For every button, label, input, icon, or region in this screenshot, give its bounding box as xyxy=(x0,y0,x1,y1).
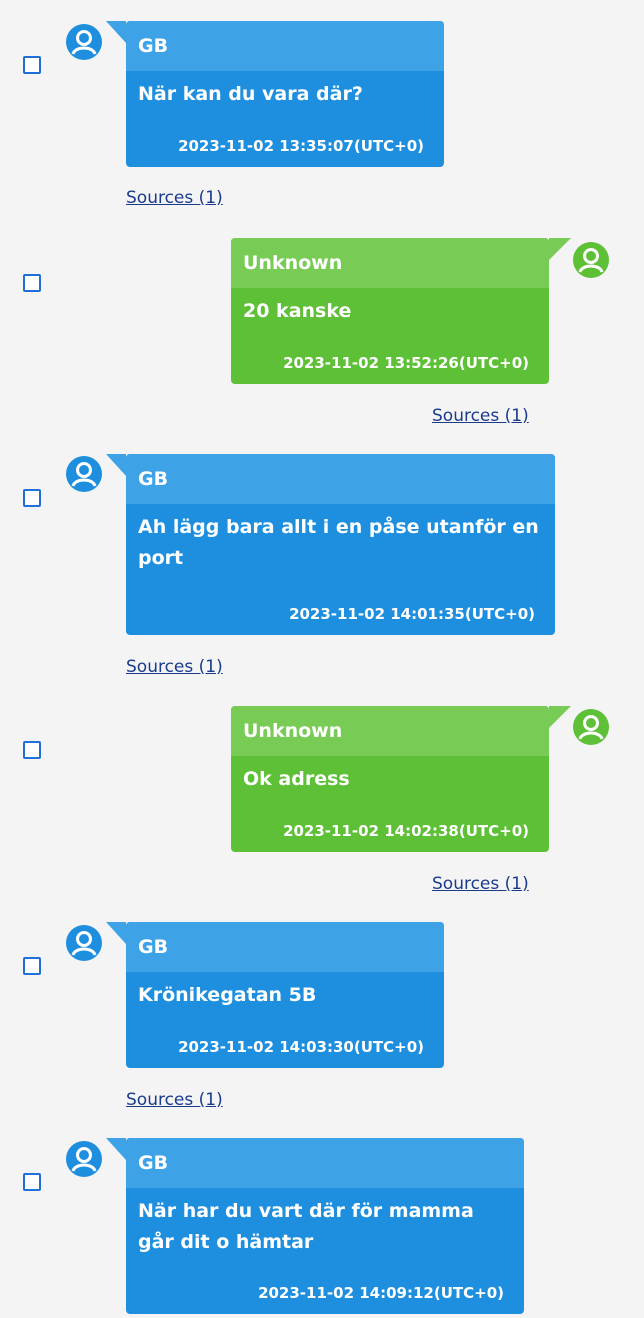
message-bubble: GB När har du vart där för mamma går dit… xyxy=(106,1138,524,1314)
user-avatar-icon xyxy=(66,456,102,492)
message-timestamp: 2023-11-02 14:09:12(UTC+0) xyxy=(258,1284,504,1302)
message-checkbox[interactable] xyxy=(23,1173,41,1191)
message-bubble: GB Krönikegatan 5B 2023-11-02 14:03:30(U… xyxy=(106,922,444,1068)
sender-name: Unknown xyxy=(231,238,549,288)
user-avatar-icon xyxy=(66,24,102,60)
sources-link[interactable]: Sources (1) xyxy=(126,1090,223,1110)
sender-name: Unknown xyxy=(231,706,549,756)
message-timestamp: 2023-11-02 13:35:07(UTC+0) xyxy=(178,137,424,155)
message-bubble: Unknown Ok adress 2023-11-02 14:02:38(UT… xyxy=(231,706,571,852)
message-text: Ok adress xyxy=(243,768,350,790)
sender-name: GB xyxy=(126,922,444,972)
message-text: Ah lägg bara allt i en påse utanför en p… xyxy=(138,516,539,569)
message-text: När har du vart där för mamma går dit o … xyxy=(138,1200,474,1253)
sender-name: GB xyxy=(126,1138,524,1188)
sender-name: GB xyxy=(126,454,555,504)
message-text: Krönikegatan 5B xyxy=(138,984,317,1006)
message-bubble: GB När kan du vara där? 2023-11-02 13:35… xyxy=(106,21,444,167)
user-avatar-icon xyxy=(66,925,102,961)
chat-thread: GB När kan du vara där? 2023-11-02 13:35… xyxy=(0,0,644,1318)
user-avatar-icon xyxy=(573,242,609,278)
message-text: När kan du vara där? xyxy=(138,83,363,105)
message-checkbox[interactable] xyxy=(23,741,41,759)
message-checkbox[interactable] xyxy=(23,957,41,975)
message-checkbox[interactable] xyxy=(23,56,41,74)
message-bubble: Unknown 20 kanske 2023-11-02 13:52:26(UT… xyxy=(231,238,571,384)
message-timestamp: 2023-11-02 13:52:26(UTC+0) xyxy=(283,354,529,372)
message-bubble: GB Ah lägg bara allt i en påse utanför e… xyxy=(106,454,555,635)
sources-link[interactable]: Sources (1) xyxy=(126,188,223,208)
message-checkbox[interactable] xyxy=(23,274,41,292)
sources-link[interactable]: Sources (1) xyxy=(432,406,529,426)
sources-link[interactable]: Sources (1) xyxy=(126,657,223,677)
message-timestamp: 2023-11-02 14:03:30(UTC+0) xyxy=(178,1038,424,1056)
message-checkbox[interactable] xyxy=(23,489,41,507)
user-avatar-icon xyxy=(66,1141,102,1177)
user-avatar-icon xyxy=(573,709,609,745)
message-text: 20 kanske xyxy=(243,300,352,322)
message-timestamp: 2023-11-02 14:01:35(UTC+0) xyxy=(289,605,535,623)
sender-name: GB xyxy=(126,21,444,71)
sources-link[interactable]: Sources (1) xyxy=(432,874,529,894)
message-timestamp: 2023-11-02 14:02:38(UTC+0) xyxy=(283,822,529,840)
